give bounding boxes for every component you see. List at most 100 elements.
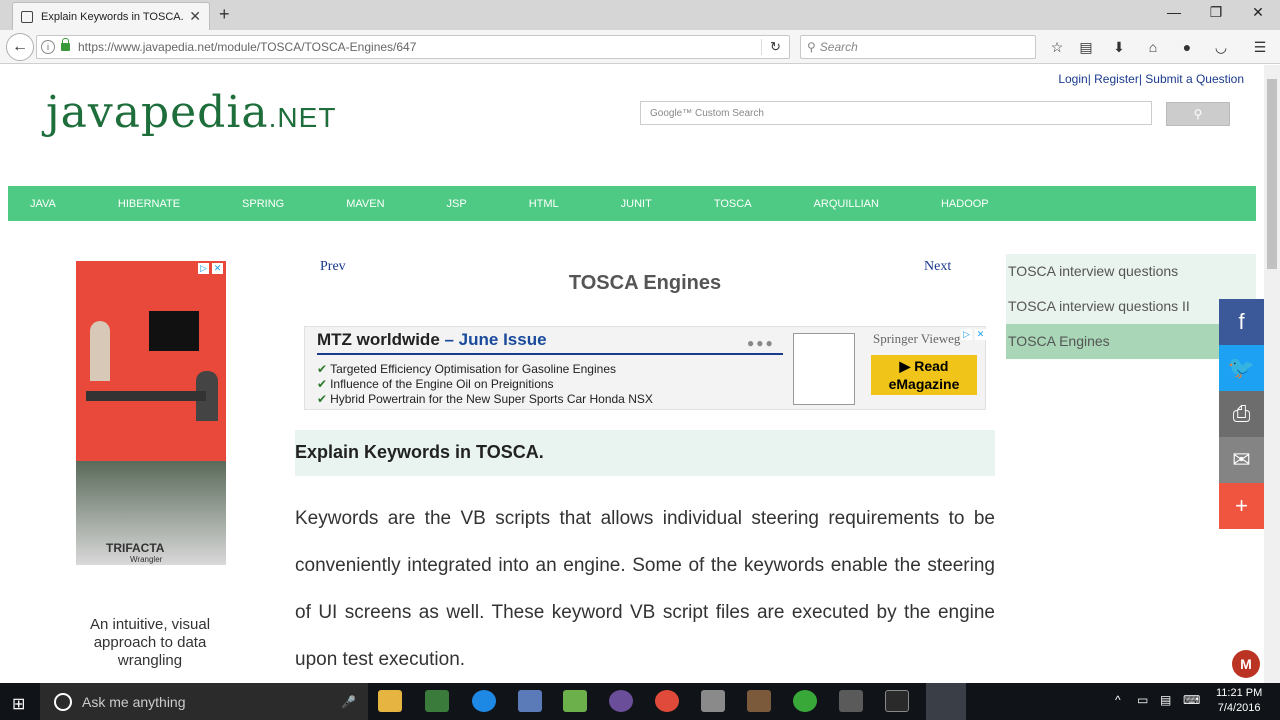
ad-headline-a: MTZ worldwide xyxy=(317,330,440,349)
read-emagazine-button[interactable]: ▶ Read eMagazine xyxy=(871,355,977,395)
windows-taskbar: ⊞ Ask me anything 🎤 ^ ▭ ▤ ⌨ 11:21 PM 7/4… xyxy=(0,683,1280,720)
cta-line2: eMagazine xyxy=(888,376,960,392)
browser-search-input[interactable]: ⚲ Search xyxy=(800,35,1036,59)
cortana-search[interactable]: Ask me anything 🎤 xyxy=(40,683,368,720)
eclipse-icon[interactable] xyxy=(609,690,633,712)
reading-list-icon[interactable]: ▤ xyxy=(1077,39,1095,57)
chrome-icon[interactable] xyxy=(793,690,817,712)
app-icon[interactable] xyxy=(747,690,771,712)
url-bar[interactable]: i https://www.javapedia.net/module/TOSCA… xyxy=(36,35,790,59)
menu-item-spring[interactable]: SPRING xyxy=(242,198,284,210)
menu-item-jsp[interactable]: JSP xyxy=(447,198,467,210)
tab-close-icon[interactable]: ✕ xyxy=(189,8,201,25)
browser-tab[interactable]: Explain Keywords in TOSCA. ✕ xyxy=(12,2,210,30)
email-icon[interactable]: ✉ xyxy=(1219,437,1264,483)
maximize-button[interactable]: ❐ xyxy=(1204,4,1228,21)
home-icon[interactable]: ⌂ xyxy=(1144,39,1162,57)
ad-brand-name: TRIFACTA xyxy=(106,541,165,555)
menu-item-html[interactable]: HTML xyxy=(529,198,559,210)
show-hidden-icons-icon[interactable]: ^ xyxy=(1115,693,1121,707)
answer-text: Keywords are the VB scripts that allows … xyxy=(295,508,995,670)
logo-main: javapedia xyxy=(46,87,269,138)
taskbar-clock[interactable]: 11:21 PM 7/4/2016 xyxy=(1216,686,1262,716)
browser-search-placeholder: Search xyxy=(819,40,858,54)
new-tab-button[interactable]: + xyxy=(219,4,230,25)
page-favicon-icon xyxy=(21,10,33,23)
page-scrollbar[interactable] xyxy=(1264,65,1280,683)
app-icon[interactable] xyxy=(563,690,587,712)
facebook-icon[interactable]: f xyxy=(1219,299,1264,345)
carousel-dots[interactable]: ●●● xyxy=(747,336,775,350)
back-arrow-icon: ← xyxy=(12,38,28,55)
back-button[interactable]: ← xyxy=(6,33,34,61)
microphone-icon[interactable]: 🎤 xyxy=(341,695,356,709)
url-text[interactable]: https://www.javapedia.net/module/TOSCA/T… xyxy=(78,40,761,54)
firefox-active-icon[interactable] xyxy=(926,683,966,720)
left-ad-tagline[interactable]: An intuitive, visual approach to data wr… xyxy=(72,616,228,670)
logo-suffix: .NET xyxy=(268,102,337,133)
bookmark-star-icon[interactable]: ☆ xyxy=(1048,39,1066,57)
ad-brand-sub: Wrangler xyxy=(130,555,163,564)
menu-item-arquillian[interactable]: ARQUILLIAN xyxy=(814,198,879,210)
ad-choices-icon[interactable]: ▷ xyxy=(198,263,209,274)
left-ad-banner[interactable]: ▷ ✕ TRIFACTA Wrangler xyxy=(76,261,226,565)
chrome-icon[interactable] xyxy=(655,690,679,712)
menu-item-junit[interactable]: JUNIT xyxy=(621,198,652,210)
internet-explorer-icon[interactable] xyxy=(472,690,496,712)
site-search-button[interactable]: ⚲ xyxy=(1166,102,1230,126)
network-icon[interactable]: ▭ xyxy=(1137,693,1148,707)
ad-tv-graphic xyxy=(149,311,199,351)
menu-item-java[interactable]: JAVA xyxy=(30,198,56,210)
reload-icon[interactable]: ↻ xyxy=(761,39,789,55)
chat-icon[interactable]: ● xyxy=(1178,39,1196,57)
menu-item-maven[interactable]: MAVEN xyxy=(346,198,384,210)
ad-list: Targeted Efficiency Optimisation for Gas… xyxy=(317,362,653,407)
magazine-cover-image xyxy=(793,333,855,405)
page-title: TOSCA Engines xyxy=(568,272,722,294)
related-item[interactable]: TOSCA interview questions xyxy=(1006,254,1256,289)
hamburger-menu-icon[interactable]: ☰ xyxy=(1251,39,1269,57)
minimize-button[interactable]: — xyxy=(1162,4,1186,20)
scrollbar-thumb[interactable] xyxy=(1267,79,1277,269)
print-icon[interactable]: ⎙ xyxy=(1219,391,1264,437)
lock-icon xyxy=(61,38,70,51)
terminal-icon[interactable] xyxy=(885,690,909,712)
prev-link[interactable]: Prev xyxy=(320,259,346,275)
ad-close-icon[interactable]: ✕ xyxy=(975,329,986,340)
magnifier-icon: ⚲ xyxy=(807,40,816,54)
notifications-icon[interactable]: ▤ xyxy=(1160,693,1171,707)
ad-list-item: Influence of the Engine Oil on Preigniti… xyxy=(317,377,653,392)
ad-headline-b: – June Issue xyxy=(439,330,547,349)
menu-item-hibernate[interactable]: HIBERNATE xyxy=(118,198,180,210)
next-link[interactable]: Next xyxy=(924,259,951,275)
question-heading: Explain Keywords in TOSCA. xyxy=(295,430,995,476)
cortana-icon xyxy=(54,692,72,711)
search-icon: ⚲ xyxy=(1193,107,1203,121)
site-search-input[interactable]: Google™ Custom Search xyxy=(640,101,1152,125)
ad-list-item: Targeted Efficiency Optimisation for Gas… xyxy=(317,362,653,377)
site-info-icon[interactable]: i xyxy=(41,40,55,54)
close-window-button[interactable]: ✕ xyxy=(1246,4,1270,21)
keyboard-icon[interactable]: ⌨ xyxy=(1183,693,1200,707)
site-logo[interactable]: javapedia.NET xyxy=(46,87,336,138)
app-icon[interactable] xyxy=(839,690,863,712)
downloads-icon[interactable]: ⬇ xyxy=(1110,39,1128,57)
windows-start-icon[interactable]: ⊞ xyxy=(12,694,25,714)
twitter-icon[interactable]: 🐦 xyxy=(1219,345,1264,391)
account-links[interactable]: Login| Register| Submit a Question xyxy=(1058,72,1244,86)
pocket-icon[interactable]: ◡ xyxy=(1212,39,1230,57)
ad-close-icon[interactable]: ✕ xyxy=(212,263,223,274)
menu-item-tosca[interactable]: TOSCA xyxy=(714,198,752,210)
app-icon[interactable] xyxy=(518,690,542,712)
ad-choices-icon[interactable]: ▷ xyxy=(961,329,972,340)
app-icon[interactable] xyxy=(701,690,725,712)
mcafee-icon[interactable]: M xyxy=(1232,650,1260,678)
file-explorer-icon[interactable] xyxy=(378,690,402,712)
app-icon[interactable] xyxy=(425,690,449,712)
ad-headline: MTZ worldwide – June Issue xyxy=(317,330,547,350)
more-icon[interactable]: + xyxy=(1219,483,1264,529)
mid-ad-banner[interactable]: MTZ worldwide – June Issue ●●● Targeted … xyxy=(304,326,986,410)
menu-item-hadoop[interactable]: HADOOP xyxy=(941,198,989,210)
share-bar: f 🐦 ⎙ ✉ + xyxy=(1219,299,1264,529)
web-page: Login| Register| Submit a Question javap… xyxy=(0,65,1264,683)
